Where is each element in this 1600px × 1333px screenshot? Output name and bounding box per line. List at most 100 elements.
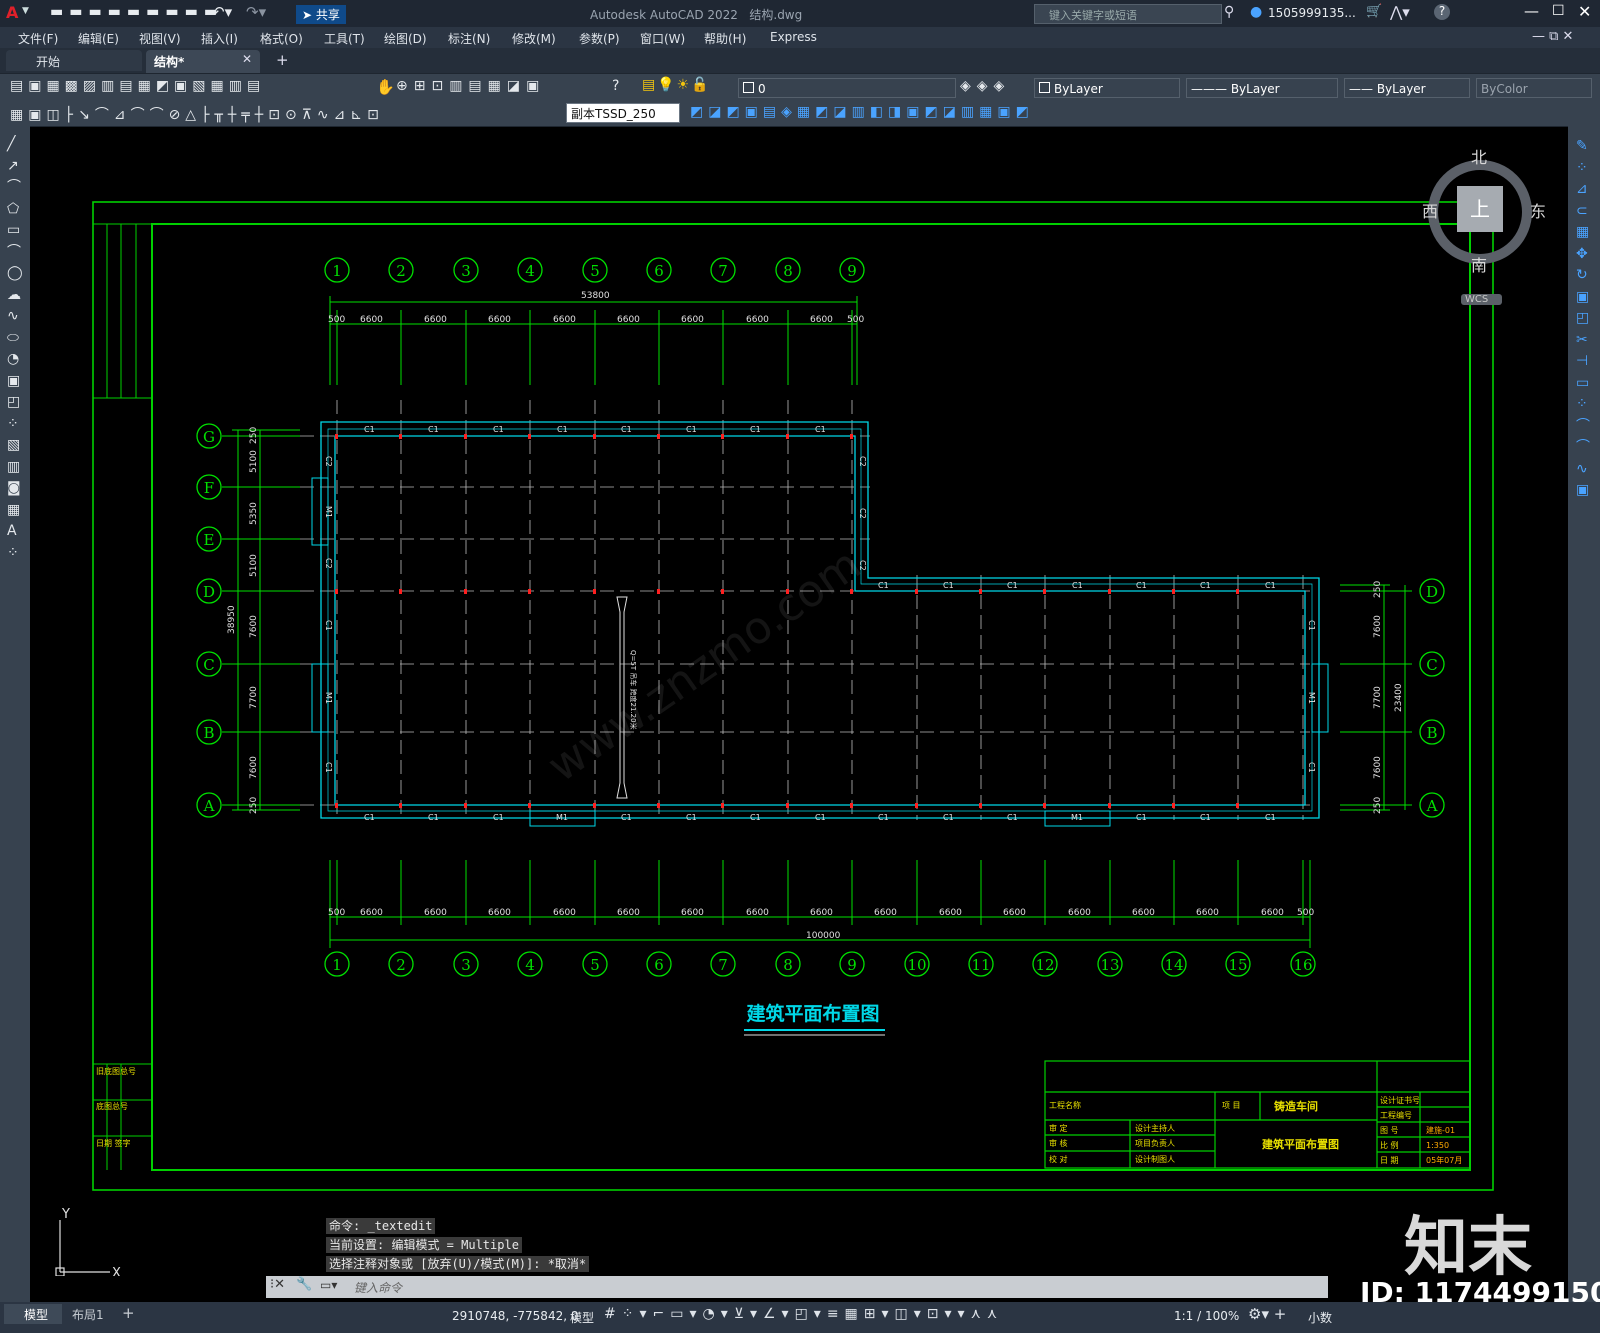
search-box[interactable]: 键入关键字或短语: [1034, 4, 1222, 24]
standard-tool-icons[interactable]: ▤▣▦▩▨▥▤▦◩▣▧▦▥▤: [10, 78, 265, 94]
right-dim: 250: [1373, 797, 1383, 814]
new-tab-button[interactable]: +: [276, 51, 289, 69]
command-line: ⁝✕ 🔧 ▭▾ 键入命令: [266, 1276, 1328, 1298]
menu-express[interactable]: Express: [770, 30, 817, 44]
compass-east[interactable]: 东: [1530, 198, 1546, 222]
layout-tab-model[interactable]: 模型: [4, 1304, 62, 1324]
menu-dimension[interactable]: 标注(N): [448, 30, 490, 47]
tab-start-label: 开始: [36, 55, 61, 69]
draw-tool-icons[interactable]: ╱ ↗ ⌒ ⬠ ▭ ⌒ ◯ ☁ ∿ ⬭ ◔ ▣ ◰ ⁘ ▧ ▥ ◙ ▦ A ⁘: [7, 134, 25, 564]
autocad-logo[interactable]: A: [6, 3, 18, 22]
doc-window-controls[interactable]: — ⧉ ✕: [1532, 29, 1573, 44]
door-label: M1: [324, 506, 333, 518]
close-tab-icon[interactable]: ✕: [242, 52, 252, 66]
door-label: M1: [556, 813, 568, 822]
compass-north[interactable]: 北: [1471, 144, 1487, 168]
command-recent-icon[interactable]: ▭▾: [320, 1278, 337, 1292]
command-customize-icon[interactable]: 🔧: [296, 1277, 312, 1292]
menu-view[interactable]: 视图(V): [139, 30, 181, 47]
model-space-toggle[interactable]: 模型: [570, 1309, 594, 1326]
menu-format[interactable]: 格式(O): [260, 30, 303, 47]
compass-south[interactable]: 南: [1471, 252, 1487, 276]
search-icon[interactable]: ⚲: [1224, 4, 1234, 20]
lineweight-dropdown[interactable]: —— ByLayer: [1344, 78, 1470, 98]
bottom-span-dim: 6600: [874, 908, 897, 918]
window-label: C1: [1307, 762, 1316, 773]
menu-insert[interactable]: 插入(I): [201, 30, 238, 47]
tab-structure[interactable]: 结构* ✕: [146, 50, 260, 73]
layout-tab-layout1[interactable]: 布局1: [72, 1306, 104, 1323]
modify-side-icons[interactable]: ✎ ⁘ ⊿ ⊂ ▦ ✥ ↻ ▣ ◰ ✂ ⊣ ▭ ⁘ ⌒ ⌒ ∿ ▣: [1576, 136, 1594, 502]
new-layout-button[interactable]: +: [122, 1304, 135, 1322]
axis-label-bottom: 10: [907, 956, 926, 974]
bottom-span-dim: 6600: [746, 908, 769, 918]
top-span-dim: 6600: [424, 315, 447, 325]
menu-modify[interactable]: 修改(M): [512, 30, 556, 47]
help-icon[interactable]: ?: [1434, 4, 1450, 20]
tb-right-label: 设计证书号: [1380, 1095, 1420, 1105]
axis-label-right: A: [1426, 797, 1438, 815]
share-button[interactable]: ➤ 共享: [296, 5, 346, 24]
minimize-button[interactable]: —: [1524, 2, 1539, 20]
cart-icon[interactable]: 🛒: [1366, 4, 1382, 19]
zoom-icons[interactable]: ⊕⊞⊡▥▤▦◪▣: [396, 78, 545, 94]
undo-icon[interactable]: ↶▾: [212, 3, 232, 21]
viewcube[interactable]: 上 北 南 西 东 WCS: [1422, 148, 1546, 312]
window-label: C1: [878, 581, 889, 590]
autodesk-a360-icon[interactable]: ⋀▾: [1390, 3, 1410, 21]
layer-dropdown[interactable]: 0: [738, 78, 956, 98]
menu-tools[interactable]: 工具(T): [324, 30, 365, 47]
draw-toolbar: ╱ ↗ ⌒ ⬠ ▭ ⌒ ◯ ☁ ∿ ⬭ ◔ ▣ ◰ ⁘ ▧ ▥ ◙ ▦ A ⁘: [0, 126, 30, 1306]
app-name: Autodesk AutoCAD 2022: [590, 8, 738, 22]
layer-state-icons[interactable]: ▤💡☀🔓: [642, 77, 711, 93]
drawing-canvas[interactable]: 旧底图总号 底图总号 日期 签字 Q=5T 吊车 跨度21.20米 C1 C1 …: [30, 126, 1568, 1276]
status-toggle-icons[interactable]: #⁘▾⌐▭▾◔▾⊻▾∠▾◰▾≡▦⊞▾◫▾⊡▾▾⋏⋏: [604, 1306, 1003, 1322]
quick-access-toolbar[interactable]: ▬▬▬▬▬▬▬▬▬: [50, 4, 223, 20]
coordinate-readout[interactable]: 2910748, -775842, 0: [452, 1309, 578, 1323]
command-input[interactable]: 键入命令: [354, 1279, 402, 1296]
app-menu-dropdown-icon[interactable]: ▼: [22, 6, 29, 16]
modify-tool-icons[interactable]: ◩◪◩▣▤◈▦◩◪▥◧◨▣◩◪▥▦▣◩: [690, 104, 1034, 120]
bottom-span-dim: 6600: [553, 908, 576, 918]
axis-label-right: D: [1426, 583, 1438, 601]
units-display[interactable]: 小数: [1308, 1309, 1332, 1326]
window-label: C1: [686, 813, 697, 822]
menu-help[interactable]: 帮助(H): [704, 30, 746, 47]
top-edge-dim: 500: [328, 315, 345, 325]
viewcube-top-face[interactable]: 上: [1457, 186, 1503, 232]
linetype-value: ByLayer: [1230, 82, 1280, 96]
inner-frame: [151, 223, 1471, 1171]
dimstyle-dropdown[interactable]: 副本TSSD_250: [566, 103, 680, 123]
menu-parametric[interactable]: 参数(P): [579, 30, 620, 47]
layer-help-icon[interactable]: ?: [612, 78, 619, 94]
bottom-span-dim: 6600: [1196, 908, 1219, 918]
pan-icon[interactable]: ✋: [376, 78, 395, 96]
window-label: C1: [750, 813, 761, 822]
linetype-dropdown[interactable]: ——— ByLayer: [1186, 78, 1338, 98]
menu-edit[interactable]: 编辑(E): [78, 30, 119, 47]
color-dropdown[interactable]: ByLayer: [1034, 78, 1180, 98]
layer-tools-icons[interactable]: ◈◈◈: [960, 78, 1010, 94]
window-label: C1: [1200, 813, 1211, 822]
settings-gear-icon[interactable]: ⚙▾ +: [1248, 1305, 1286, 1323]
menu-window[interactable]: 窗口(W): [640, 30, 685, 47]
maximize-button[interactable]: ☐: [1552, 3, 1565, 19]
close-button[interactable]: ✕: [1578, 2, 1591, 21]
dimension-tool-icons[interactable]: ▦▣◫├↘⌒⊿⌒⌒⊘△├╥┼╤┼⊡⊙⊼∿⊿⊾⊡: [10, 104, 384, 124]
tab-start[interactable]: 开始: [6, 50, 142, 71]
user-icon[interactable]: ●: [1250, 4, 1262, 20]
menu-file[interactable]: 文件(F): [18, 30, 58, 47]
redo-icon[interactable]: ↷▾: [246, 3, 266, 21]
user-account[interactable]: 1505999135...: [1268, 6, 1356, 20]
search-input[interactable]: 键入关键字或短语: [1049, 7, 1137, 23]
axis-label-bottom: 5: [590, 956, 600, 974]
plotstyle-dropdown[interactable]: ByColor: [1476, 78, 1592, 98]
top-span-dim: 6600: [681, 315, 704, 325]
command-close-icon[interactable]: ⁝✕: [270, 1277, 285, 1292]
window-label: C1: [621, 813, 632, 822]
compass-west[interactable]: 西: [1422, 198, 1438, 222]
menu-draw[interactable]: 绘图(D): [384, 30, 427, 47]
annotation-scale[interactable]: 1:1 / 100%: [1174, 1309, 1239, 1323]
tb-right-label: 图 号: [1380, 1126, 1399, 1135]
wcs-menu[interactable]: WCS: [1461, 294, 1503, 305]
